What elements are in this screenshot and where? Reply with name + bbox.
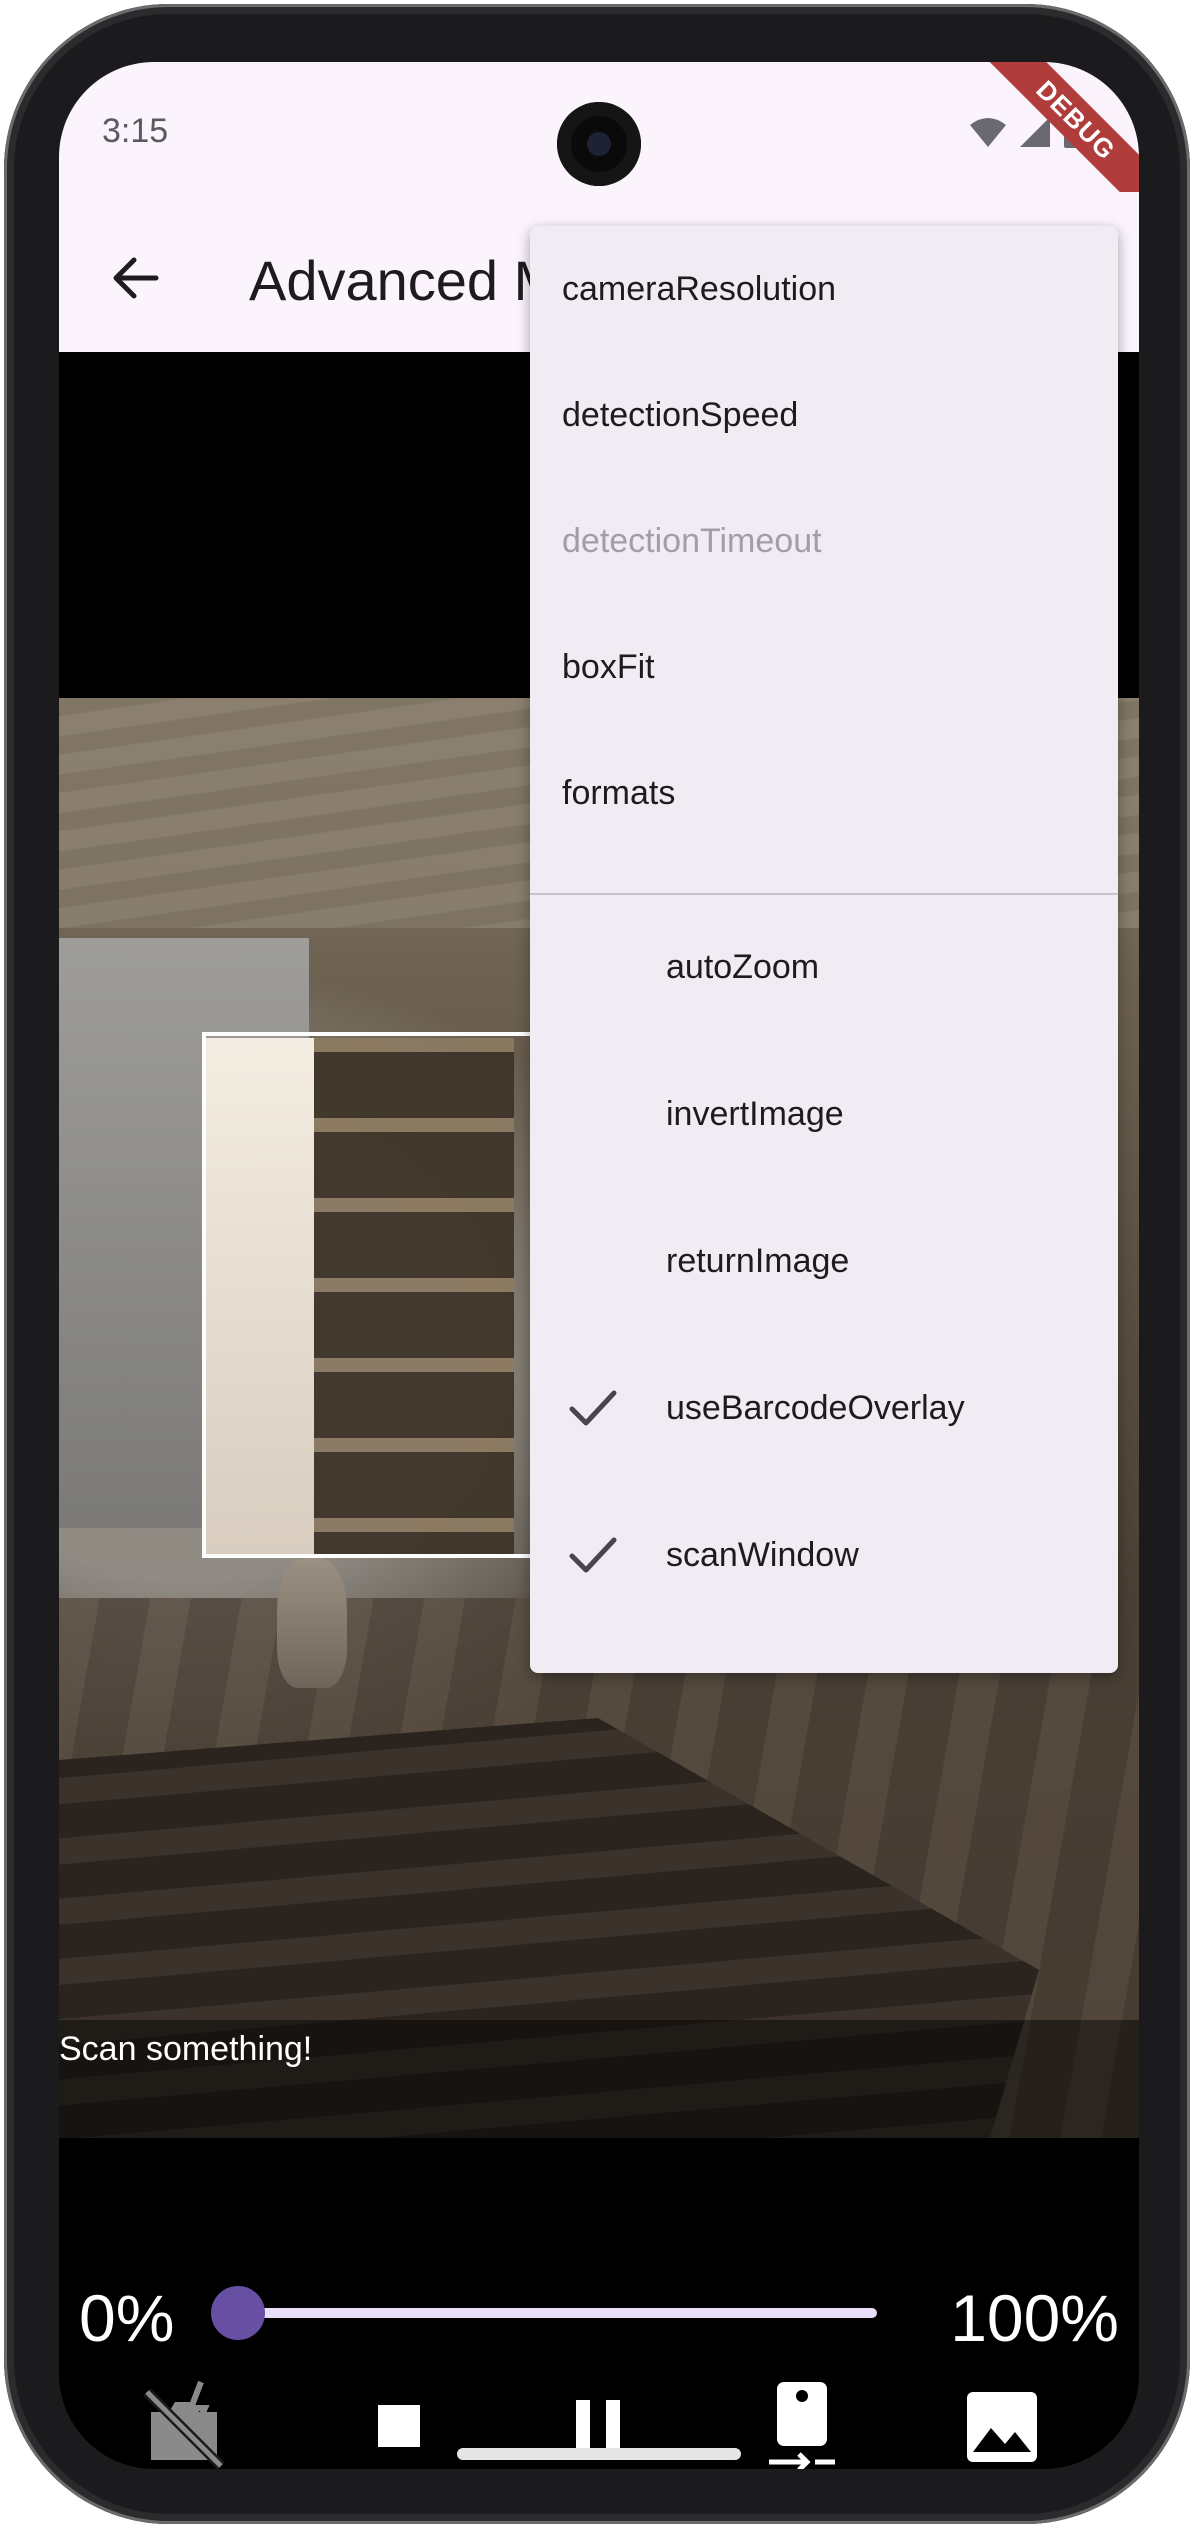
zoom-control: 0% 100% — [59, 2262, 1139, 2362]
switch-camera-button[interactable] — [747, 2372, 857, 2469]
check-label: returnImage — [666, 1241, 850, 1280]
front-camera — [557, 102, 641, 186]
toggle-flash-button[interactable] — [129, 2372, 239, 2469]
arrow-back-icon — [113, 257, 159, 299]
check-label: scanWindow — [666, 1535, 859, 1574]
flash-off-icon — [143, 2380, 225, 2469]
menu-item-formats[interactable]: formats — [530, 730, 1118, 856]
menu-item-camera-resolution[interactable]: cameraResolution — [530, 226, 1118, 352]
check-label: useBarcodeOverlay — [666, 1388, 965, 1427]
check-label: invertImage — [666, 1094, 844, 1133]
zoom-min-label: 0% — [79, 2281, 175, 2355]
page-title: Advanced M — [249, 249, 561, 312]
scan-result-text: Scan something! — [59, 2030, 313, 2068]
options-menu: cameraResolution detectionSpeed detectio… — [530, 226, 1118, 1673]
back-button[interactable] — [104, 248, 174, 308]
menu-check-scan-window[interactable]: scanWindow — [530, 1482, 1118, 1628]
zoom-slider-thumb[interactable] — [211, 2286, 265, 2340]
phone-frame: 3:15 DEBUG Advanced M Scan something! ca… — [4, 4, 1190, 2524]
menu-check-auto-zoom[interactable]: autoZoom — [530, 894, 1118, 1040]
menu-check-use-barcode-overlay[interactable]: useBarcodeOverlay — [530, 1335, 1118, 1481]
checkmark-icon — [569, 1537, 617, 1573]
menu-item-detection-speed[interactable]: detectionSpeed — [530, 352, 1118, 478]
menu-item-detection-timeout: detectionTimeout — [562, 521, 822, 560]
menu-check-return-image[interactable]: returnImage — [530, 1188, 1118, 1334]
status-time: 3:15 — [102, 112, 169, 150]
zoom-slider-track[interactable] — [239, 2308, 877, 2318]
check-label: autoZoom — [666, 947, 820, 986]
wifi-icon — [970, 118, 1006, 147]
menu-item-box-fit[interactable]: boxFit — [530, 604, 1118, 730]
gesture-nav-handle[interactable] — [457, 2448, 741, 2460]
status-bar: 3:15 DEBUG — [59, 62, 1139, 216]
switch-camera-icon — [769, 2382, 835, 2469]
zoom-max-label: 100% — [950, 2281, 1119, 2355]
stop-button[interactable] — [343, 2372, 453, 2469]
analyze-image-button[interactable] — [947, 2372, 1057, 2469]
phone-screen: 3:15 DEBUG Advanced M Scan something! ca… — [59, 62, 1139, 2469]
stop-icon — [378, 2405, 420, 2447]
camera-scene — [277, 1558, 347, 1688]
gallery-icon — [967, 2392, 1037, 2462]
menu-check-invert-image[interactable]: invertImage — [530, 1041, 1118, 1187]
checkmark-icon — [569, 1390, 617, 1426]
